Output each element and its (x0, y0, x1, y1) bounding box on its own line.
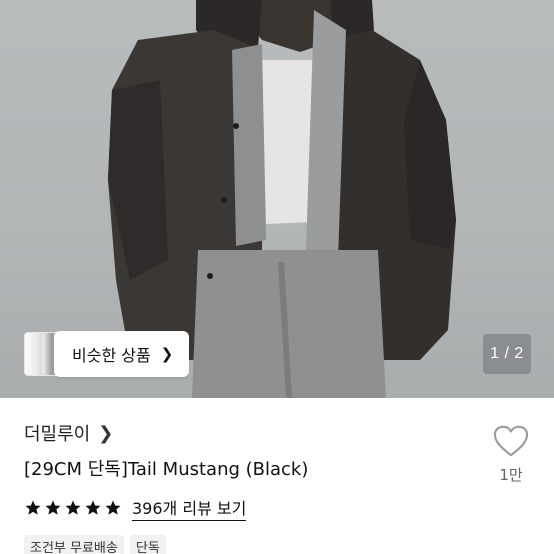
reviews-link[interactable]: 396개 리뷰 보기 (132, 495, 247, 521)
chevron-right-icon: ❯ (98, 422, 114, 444)
brand-link[interactable]: 더밀루이 ❯ (24, 420, 113, 446)
tag-conditional-free-shipping: 조건부 무료배송 (24, 535, 124, 554)
star-icon (105, 500, 121, 515)
brand-name: 더밀루이 (24, 424, 91, 445)
image-pager-indicator: 1 / 2 (483, 334, 531, 374)
tag-exclusive: 단독 (129, 535, 166, 554)
star-icon (25, 500, 41, 515)
like-button[interactable]: 1만 (489, 424, 533, 485)
chevron-right-icon: ❯ (160, 345, 174, 363)
like-count: 1만 (499, 466, 523, 484)
rating-stars (24, 499, 122, 517)
star-icon (85, 500, 101, 515)
product-image[interactable]: 비슷한 상품 ❯ 1 / 2 (0, 0, 554, 398)
similar-products-button[interactable]: 비슷한 상품 ❯ (54, 331, 190, 377)
heart-icon (493, 425, 529, 457)
similar-products-label: 비슷한 상품 (72, 346, 151, 365)
similar-products-control[interactable]: 비슷한 상품 ❯ (24, 331, 190, 377)
product-tags: 조건부 무료배송 단독 (24, 535, 166, 554)
star-icon (65, 500, 81, 515)
product-title: [29CM 단독]Tail Mustang (Black) (24, 459, 309, 480)
rating-row: 396개 리뷰 보기 (24, 495, 247, 521)
star-icon (45, 500, 61, 515)
